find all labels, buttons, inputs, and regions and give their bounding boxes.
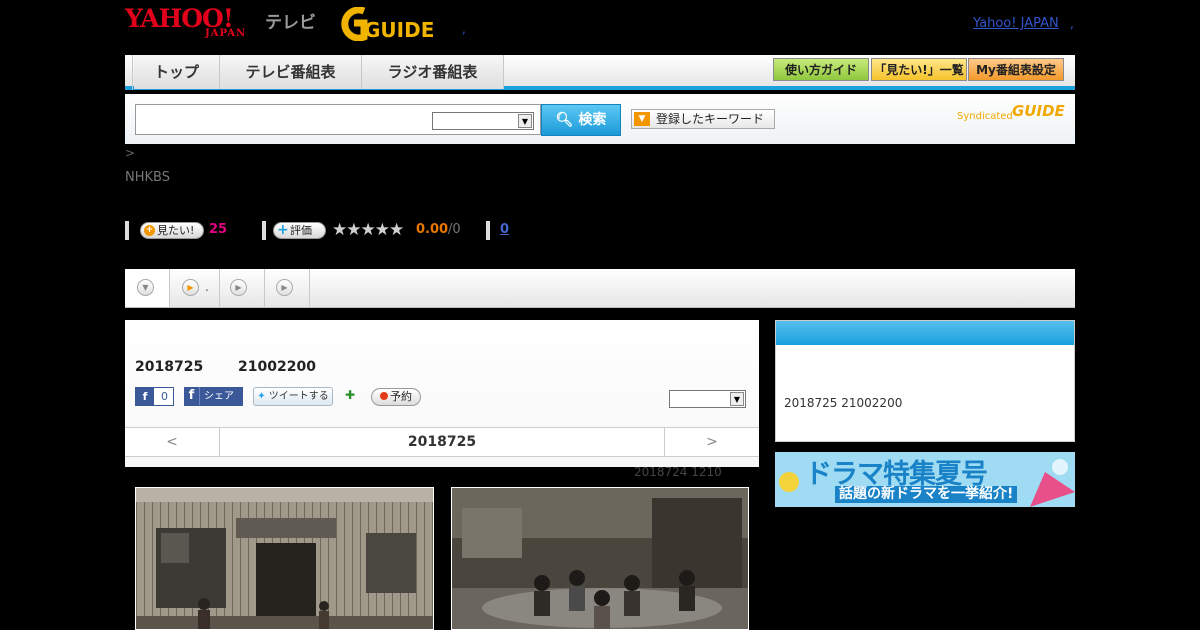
- syndicated-label: Syndicated: [957, 111, 1013, 122]
- saved-keywords-button[interactable]: ▼ 登録したキーワード: [631, 109, 775, 129]
- day-navigator: < 2018725 >: [125, 427, 759, 457]
- play-icon: ▶: [230, 279, 247, 296]
- rate-button[interactable]: +評価: [273, 222, 326, 239]
- drama-feature-banner[interactable]: ドラマ特集夏号 話題の新ドラマを一挙紹介!: [775, 452, 1075, 507]
- program-tab-strip: ▼ ▶ . ▶ ▶: [125, 269, 1075, 308]
- rate-label: 評価: [290, 224, 312, 237]
- tweet-button[interactable]: ✦ ツイートする: [253, 387, 333, 406]
- sidebar-schedule-box: 2018725 21002200: [775, 320, 1075, 442]
- panel-select[interactable]: ▼: [669, 390, 746, 408]
- divider: [262, 221, 266, 240]
- rating-value: 0.00: [416, 222, 449, 237]
- rating-count: /0: [448, 222, 461, 237]
- gguide-logo[interactable]: GUIDE: [334, 7, 434, 41]
- divider: [125, 221, 129, 240]
- twitter-icon: ✦: [257, 391, 266, 402]
- updated-timestamp: 2018724 1210: [634, 465, 722, 479]
- chevron-down-icon: ▼: [730, 392, 744, 406]
- facebook-share-button[interactable]: f シェア: [184, 387, 243, 406]
- main-nav-bar: トップ テレビ番組表 ラジオ番組表 使い方ガイド 「見たい!」一覧 My番組表設…: [125, 55, 1075, 90]
- program-photo-1[interactable]: [135, 487, 434, 630]
- sidebar-box-header: [776, 321, 1074, 345]
- breadcrumb: >: [125, 146, 136, 160]
- program-tab-2-label: .: [205, 280, 209, 294]
- usage-guide-button[interactable]: 使い方ガイド: [773, 58, 869, 81]
- facebook-icon: f: [184, 387, 200, 405]
- banner-subtitle: 話題の新ドラマを一挙紹介!: [835, 486, 1018, 503]
- current-date: 2018725: [407, 434, 477, 450]
- sidebar-air-info: 2018725 21002200: [784, 396, 903, 410]
- mitai-label: 見たい!: [157, 224, 195, 237]
- chevron-down-icon: ▼: [518, 114, 532, 128]
- next-day-button[interactable]: >: [664, 428, 759, 456]
- facebook-icon: f: [136, 388, 154, 405]
- review-count-link[interactable]: 0: [500, 222, 509, 237]
- record-reserve-label: 予約: [390, 390, 412, 403]
- yahoo-japan-link[interactable]: Yahoo! JAPAN: [973, 16, 1059, 31]
- rating-stars: ★★★★★: [332, 220, 404, 240]
- program-tab-1[interactable]: ▼: [125, 269, 170, 307]
- record-icon: [380, 392, 388, 400]
- program-tab-3[interactable]: ▶: [220, 269, 265, 307]
- search-category-select[interactable]: ▼: [432, 112, 534, 130]
- search-icon: 🔍︎: [555, 112, 574, 128]
- tab-radio-schedule[interactable]: ラジオ番組表: [362, 55, 504, 89]
- gguide-logo-text: GUIDE: [364, 18, 434, 41]
- program-tab-2[interactable]: ▶ .: [170, 269, 220, 307]
- program-detail-panel: 2018725 21002200 f 0 f シェア ✦ ツイートする ✚ 予約 …: [125, 320, 759, 467]
- prev-day-button[interactable]: <: [125, 428, 220, 456]
- plus-icon: +: [144, 225, 155, 236]
- tab-top[interactable]: トップ: [134, 55, 220, 89]
- header-separator: ,: [462, 22, 466, 36]
- search-button-label: 検索: [578, 112, 607, 128]
- photo-2-image: [452, 488, 748, 629]
- chevron-down-icon: ▼: [137, 279, 154, 296]
- my-schedule-settings-button[interactable]: My番組表設定: [968, 58, 1064, 81]
- play-icon: ▶: [276, 279, 293, 296]
- photo-1-image: [136, 488, 433, 629]
- divider: [486, 221, 490, 240]
- tweet-label: ツイートする: [268, 391, 329, 402]
- play-icon: ▶: [182, 279, 199, 296]
- facebook-like-count: 0: [161, 390, 168, 403]
- program-photo-2[interactable]: [451, 487, 749, 630]
- yahoo-japan-logo-text: JAPAN: [205, 28, 247, 39]
- add-calendar-icon[interactable]: ✚: [345, 388, 359, 404]
- tab-tv-schedule[interactable]: テレビ番組表: [220, 55, 362, 89]
- search-bar: ▼ 🔍︎ 検索 ▼ 登録したキーワード Syndicated GUIDE: [125, 94, 1075, 144]
- facebook-share-label: シェア: [204, 391, 234, 402]
- mitai-button[interactable]: + 見たい!: [140, 222, 204, 239]
- saved-keywords-label: 登録したキーワード: [656, 112, 765, 126]
- header-separator: ,: [1070, 17, 1074, 31]
- air-date: 2018725: [135, 359, 204, 375]
- air-time: 21002200: [238, 359, 316, 375]
- watchlist-button[interactable]: 「見たい!」一覧: [871, 58, 967, 81]
- facebook-like-button[interactable]: f 0: [135, 387, 174, 406]
- plus-icon: +: [277, 222, 289, 238]
- program-tab-4[interactable]: ▶: [265, 269, 310, 307]
- nav-stub: [125, 55, 133, 90]
- terebi-logo-text[interactable]: テレビ: [265, 8, 316, 33]
- search-button[interactable]: 🔍︎ 検索: [541, 104, 621, 136]
- mitai-count: 25: [209, 222, 228, 237]
- chevron-down-icon: ▼: [634, 112, 650, 126]
- record-reserve-button[interactable]: 予約: [371, 388, 421, 406]
- station-name: NHKBS: [125, 170, 170, 185]
- syndicated-gguide-logo: GUIDE: [1012, 102, 1065, 120]
